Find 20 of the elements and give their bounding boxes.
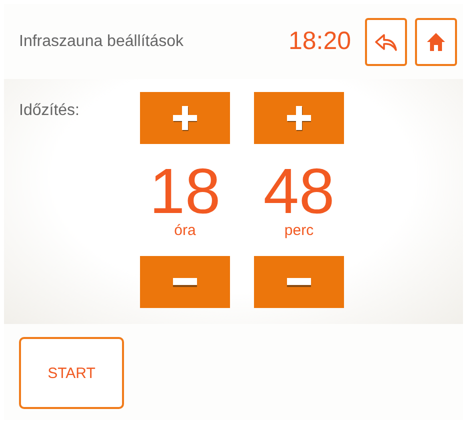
increase-button[interactable]: [140, 92, 230, 144]
minus-icon: [287, 278, 311, 286]
screen-title: Infraszauna beállítások: [19, 32, 185, 52]
minus-icon: [173, 278, 197, 286]
back-button[interactable]: [365, 18, 407, 66]
plus-icon: [287, 106, 311, 130]
unit-label: óra: [174, 222, 196, 240]
clock-time: 18:20: [288, 27, 351, 56]
plus-icon: [173, 106, 197, 130]
home-icon: [426, 32, 446, 52]
home-button[interactable]: [415, 18, 457, 66]
decrease-button[interactable]: [254, 256, 344, 308]
timer-label: Időzítés:: [18, 101, 80, 120]
decrease-button[interactable]: [140, 256, 230, 308]
back-arrow-icon: [374, 32, 398, 52]
timer-value: 18: [149, 160, 221, 222]
unit-label: perc: [284, 222, 314, 240]
timer-value: 48: [263, 160, 335, 222]
start-button[interactable]: START: [19, 337, 124, 409]
increase-button[interactable]: [254, 92, 344, 144]
